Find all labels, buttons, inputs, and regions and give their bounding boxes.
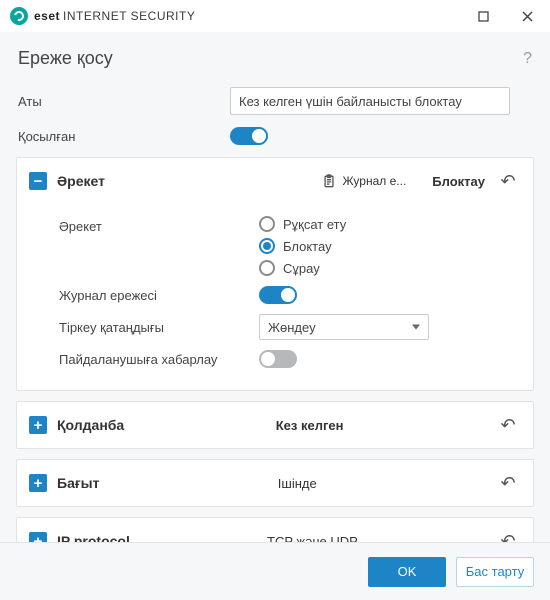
revert-button[interactable]: ↶: [495, 473, 521, 494]
expand-icon: +: [29, 474, 47, 492]
revert-button[interactable]: ↶: [495, 415, 521, 436]
window-close-button[interactable]: [508, 0, 546, 32]
section-app-title: Қолданба: [57, 417, 124, 433]
revert-button[interactable]: ↶: [495, 171, 521, 192]
expand-icon: +: [29, 416, 47, 434]
action-label: Әрекет: [59, 216, 259, 234]
clipboard-icon: [322, 174, 336, 188]
severity-select[interactable]: Жөндеу: [259, 314, 429, 340]
section-direction-value: Ішінде: [278, 476, 317, 491]
log-rule-label: Журнал ережесі: [59, 288, 259, 303]
section-direction-title: Бағыт: [57, 475, 100, 491]
radio-ask[interactable]: Сұрау: [259, 260, 346, 276]
section-protocol-value: TCP және UDP: [267, 534, 358, 543]
titlebar: esetINTERNET SECURITY: [0, 0, 550, 32]
section-protocol-header[interactable]: + IP protocol TCP және UDP ↶: [17, 518, 533, 542]
notify-toggle[interactable]: [259, 350, 297, 368]
section-app: + Қолданба Кез келген ↶: [16, 401, 534, 449]
close-icon: [522, 11, 533, 22]
revert-button[interactable]: ↶: [495, 531, 521, 543]
notify-label: Пайдаланушыға хабарлау: [59, 352, 259, 367]
brand-logo-icon: [10, 7, 28, 25]
section-action: − Әрекет Журнал е... Блоктау ↶ Әрекет Рұ…: [16, 157, 534, 391]
section-app-header[interactable]: + Қолданба Кез келген ↶: [17, 402, 533, 448]
radio-block[interactable]: Блоктау: [259, 238, 346, 254]
name-input[interactable]: [230, 87, 510, 115]
brand-text: esetINTERNET SECURITY: [34, 9, 195, 23]
section-app-value: Кез келген: [276, 418, 344, 433]
ok-button[interactable]: OK: [368, 557, 446, 587]
section-protocol-title: IP protocol: [57, 533, 130, 542]
cancel-button[interactable]: Бас тарту: [456, 557, 534, 587]
collapse-icon: −: [29, 172, 47, 190]
log-rule-toggle[interactable]: [259, 286, 297, 304]
section-direction: + Бағыт Ішінде ↶: [16, 459, 534, 507]
section-action-value: Блоктау: [432, 174, 485, 189]
help-icon[interactable]: ?: [523, 50, 532, 68]
severity-label: Тіркеу қатаңдығы: [59, 320, 259, 335]
section-direction-header[interactable]: + Бағыт Ішінде ↶: [17, 460, 533, 506]
scroll-area[interactable]: Аты Қосылған − Әрекет Журнал е... Блокта…: [16, 83, 542, 542]
expand-icon: +: [29, 532, 47, 542]
radio-allow[interactable]: Рұқсат ету: [259, 216, 346, 232]
journal-link[interactable]: Журнал е...: [342, 174, 406, 188]
section-action-title: Әрекет: [57, 173, 105, 189]
name-label: Аты: [18, 94, 218, 109]
section-action-header[interactable]: − Әрекет Журнал е... Блоктау ↶: [17, 158, 533, 204]
enabled-label: Қосылған: [18, 129, 218, 144]
window-maximize-button[interactable]: [464, 0, 502, 32]
square-icon: [478, 11, 489, 22]
footer: OK Бас тарту: [0, 542, 550, 600]
page-title: Ереже қосу: [18, 48, 113, 69]
enabled-toggle[interactable]: [230, 127, 268, 145]
section-protocol: + IP protocol TCP және UDP ↶: [16, 517, 534, 542]
